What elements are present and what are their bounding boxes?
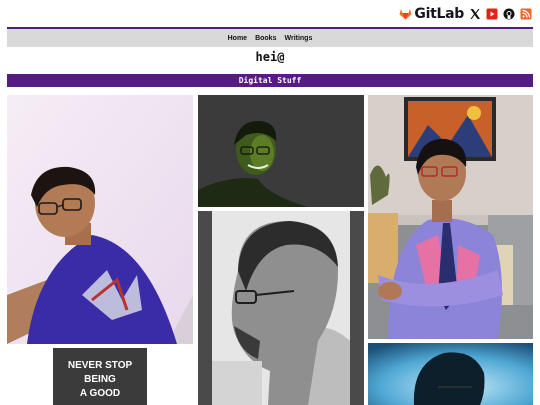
gallery-photo[interactable] [368,343,533,405]
quote-line: BEING [84,374,116,385]
youtube-icon [486,8,498,20]
github-link[interactable] [503,8,515,20]
nav-item-books[interactable]: Books [255,35,276,42]
quote-line: NEVER STOP [67,360,133,371]
gitlab-wordmark: GitLab [414,6,464,22]
section-header: Digital Stuff [7,74,533,87]
gallery-photo[interactable] [198,95,364,207]
quote-card[interactable]: NEVER STOP BEING A GOOD [53,348,147,405]
gallery-photo[interactable] [7,95,193,344]
rss-icon [520,8,532,20]
site-title: hei@ [255,50,285,64]
gallery-photo[interactable] [368,95,533,339]
gitlab-icon [399,9,412,20]
section-title: Digital Stuff [238,76,302,85]
x-twitter-icon [470,9,480,19]
rss-link[interactable] [520,8,532,20]
youtube-link[interactable] [486,8,498,20]
main-nav: Home Books Writings [7,29,533,47]
x-twitter-link[interactable] [469,8,481,20]
github-icon [503,8,515,20]
gitlab-link[interactable]: GitLab [399,6,464,22]
quote-line: A GOOD [79,388,121,399]
gallery-photo[interactable] [198,211,364,405]
nav-item-home[interactable]: Home [228,35,247,42]
social-links: GitLab [399,6,532,22]
nav-item-writings[interactable]: Writings [284,35,312,42]
